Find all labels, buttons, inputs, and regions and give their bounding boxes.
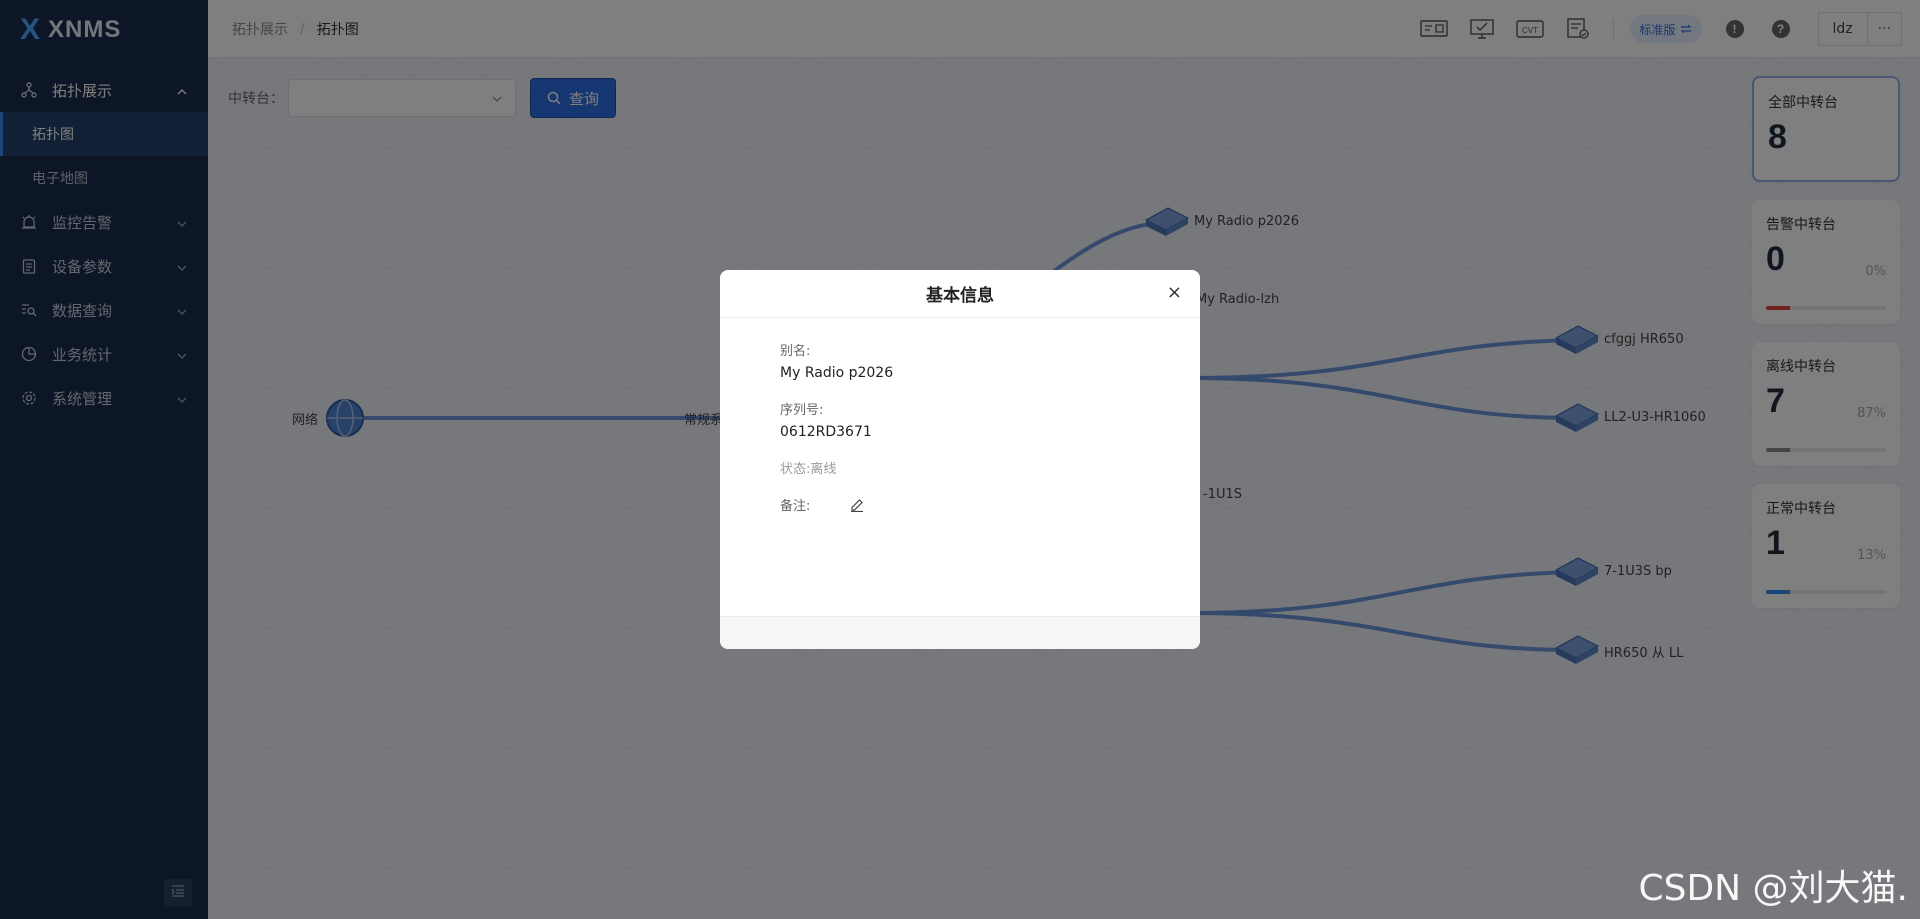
modal-body: 别名: My Radio p2026 序列号: 0612RD3671 状态:离线…	[720, 318, 1200, 536]
remark-label: 备注:	[780, 499, 811, 514]
basic-info-modal: 基本信息 × 别名: My Radio p2026 序列号: 0612RD367…	[720, 270, 1200, 649]
modal-title: 基本信息	[926, 286, 994, 306]
modal-header: 基本信息 ×	[720, 270, 1200, 318]
modal-footer	[720, 616, 1200, 649]
serial-label: 序列号:	[780, 403, 824, 418]
close-icon[interactable]: ×	[1167, 282, 1182, 303]
status-text: 状态:离线	[780, 462, 837, 477]
remark-row: 备注:	[780, 495, 1140, 514]
serial-value: 0612RD3671	[780, 424, 872, 440]
alias-value: My Radio p2026	[780, 365, 894, 381]
alias-label: 别名:	[780, 344, 811, 359]
edit-icon[interactable]	[850, 498, 864, 512]
watermark: CSDN @刘大猫.	[1638, 868, 1908, 909]
